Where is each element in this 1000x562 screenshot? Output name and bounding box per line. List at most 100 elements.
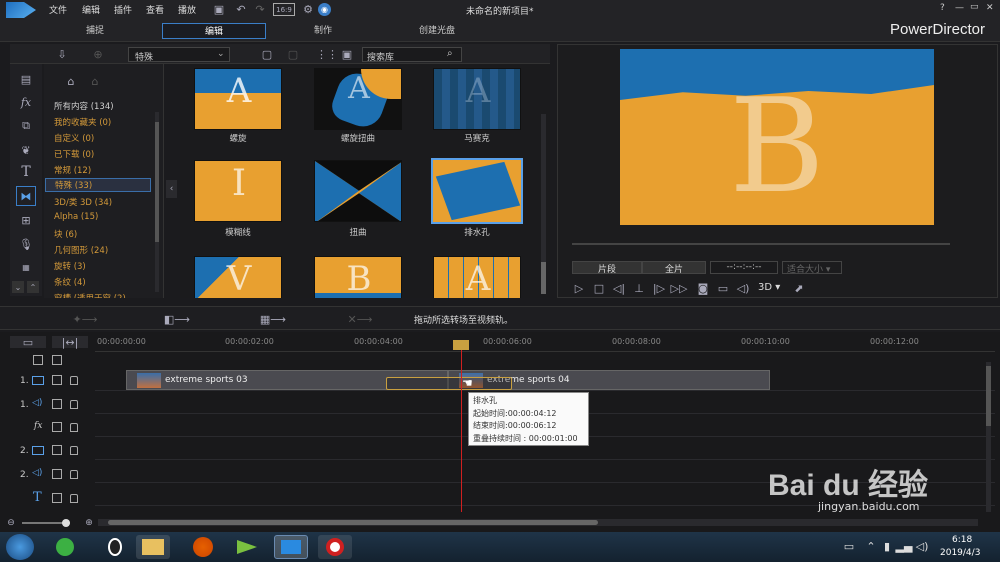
lock-icon[interactable]	[70, 376, 78, 385]
category-item[interactable]: 所有内容 (134)	[54, 100, 114, 112]
transition-thumb[interactable]: I	[194, 160, 282, 222]
category-item[interactable]: 我的收藏夹 (0)	[54, 116, 111, 128]
tray-arrow-icon[interactable]: ⌃	[866, 540, 876, 553]
lock-icon[interactable]	[70, 494, 78, 503]
redo-icon[interactable]: ↷	[253, 2, 267, 16]
zoom-in-icon[interactable]: ⊕	[84, 518, 94, 528]
category-item[interactable]: 已下载 (0)	[54, 148, 94, 160]
grid-view-icon[interactable]: ⋮⋮	[316, 47, 338, 61]
track-enable-checkbox[interactable]	[52, 375, 62, 385]
transition-thumb[interactable]	[314, 160, 402, 222]
undo-icon[interactable]: ↶	[234, 2, 248, 16]
track-manager-icon[interactable]: ▭	[10, 336, 46, 349]
audio-mixing-icon[interactable]: ⊞	[18, 212, 34, 228]
select-all-box[interactable]	[33, 355, 43, 365]
category-item[interactable]: 常规 (12)	[54, 164, 91, 176]
library-scrollbar[interactable]	[541, 114, 546, 294]
postfix-transition-icon[interactable]: ✕⟶	[330, 312, 390, 326]
remove-tag-icon[interactable]: ⌂	[86, 72, 104, 90]
track-enable-checkbox[interactable]	[52, 469, 62, 479]
playhead-line[interactable]	[461, 350, 462, 512]
pip-room-icon[interactable]: ⧉	[18, 118, 34, 134]
menu-view[interactable]: 查看	[146, 3, 164, 16]
next-frame-icon[interactable]: |▷	[652, 281, 666, 295]
category-item[interactable]: 条纹 (4)	[54, 276, 86, 288]
taskbar-firefox-icon[interactable]	[186, 535, 220, 559]
preview-seek-bar[interactable]	[572, 243, 950, 245]
category-item-selected[interactable]: 特殊 (33)	[45, 178, 151, 192]
save-icon[interactable]: ▣	[212, 2, 226, 16]
transition-thumb[interactable]: A	[314, 68, 402, 130]
track-enable-checkbox[interactable]	[52, 445, 62, 455]
lock-icon[interactable]	[70, 470, 78, 479]
library-scroll-thumb[interactable]	[541, 262, 546, 294]
new-page-icon[interactable]: ▢	[260, 47, 274, 61]
particle-room-icon[interactable]: ❦	[18, 142, 34, 158]
snapshot-icon[interactable]: ◙	[696, 281, 710, 295]
3d-mode-button[interactable]: 3D ▾	[758, 282, 780, 293]
aspect-ratio-icon[interactable]: 16:9	[273, 3, 295, 16]
timeline-vscrollbar[interactable]	[986, 362, 991, 512]
subtitle-room-icon[interactable]: ▦	[18, 259, 34, 275]
category-item[interactable]: 块 (6)	[54, 228, 77, 240]
taskbar-powerdirector-icon[interactable]	[274, 535, 308, 559]
track-enable-checkbox[interactable]	[52, 422, 62, 432]
undock-icon[interactable]: ⬈	[792, 281, 806, 295]
transition-room-icon[interactable]: ⧓	[16, 186, 36, 206]
category-scrollbar[interactable]	[155, 112, 159, 292]
timeline-hscroll-thumb[interactable]	[108, 520, 598, 525]
taskbar-recorder-icon[interactable]	[318, 535, 352, 559]
battery-icon[interactable]: ▮	[882, 540, 892, 553]
lock-icon[interactable]	[70, 400, 78, 409]
enable-all-checkbox[interactable]	[52, 355, 62, 365]
search-field[interactable]: 搜索库 ⌕	[362, 47, 462, 63]
taskbar-qq-icon[interactable]	[98, 535, 132, 559]
transition-thumb[interactable]: B	[314, 256, 402, 298]
taskbar-media-icon[interactable]	[230, 535, 264, 559]
menu-plugin[interactable]: 插件	[114, 3, 132, 16]
media-room-icon[interactable]: ▤	[18, 71, 34, 87]
zoom-size-dropdown[interactable]: 适合大小 ▾	[782, 261, 842, 275]
tab-edit[interactable]: 编辑	[162, 23, 266, 39]
tab-capture[interactable]: 捕捉	[60, 23, 130, 39]
category-dropdown[interactable]: 特殊 ⌄	[128, 47, 230, 63]
tab-create-disc[interactable]: 创建光盘	[397, 23, 477, 39]
movie-mode-button[interactable]: 全片	[642, 261, 706, 275]
transition-thumb[interactable]: V	[194, 256, 282, 298]
add-tag-icon[interactable]: ⌂	[62, 72, 80, 90]
collapse-panel-icon[interactable]: ‹	[166, 180, 177, 198]
timeline-vscroll-thumb[interactable]	[986, 366, 991, 426]
volume-icon[interactable]: ◁)	[736, 281, 750, 295]
preview-quality-icon[interactable]: ▭	[716, 281, 730, 295]
transition-thumb-selected[interactable]	[431, 158, 523, 224]
settings-gear-icon[interactable]: ⚙	[301, 2, 315, 16]
split-icon[interactable]: ⊥	[632, 281, 646, 295]
transition-thumb[interactable]: A	[194, 68, 282, 130]
transition-drop-zone[interactable]	[386, 377, 512, 390]
clip-mode-button[interactable]: 片段	[572, 261, 642, 275]
notification-icon[interactable]: ◉	[318, 3, 331, 16]
fit-timeline-icon[interactable]: |↔|	[52, 336, 88, 349]
play-icon[interactable]: ▷	[572, 281, 586, 295]
timecode-display[interactable]: --:--:--:--	[710, 261, 778, 274]
cross-transition-icon[interactable]: ▦⟶	[248, 312, 298, 326]
category-item[interactable]: Alpha (15)	[54, 212, 98, 222]
import-media-icon[interactable]: ⇩	[54, 47, 70, 61]
timeline-ruler[interactable]: 00:00:00:00 00:00:02:00 00:00:04:00 00:0…	[95, 334, 995, 352]
voice-over-icon[interactable]: 🎙	[18, 236, 34, 252]
prefix-transition-icon[interactable]: ◧⟶	[152, 312, 202, 326]
zoom-slider-knob[interactable]	[62, 519, 70, 527]
fast-forward-icon[interactable]: ▷▷	[671, 281, 688, 295]
transition-thumb[interactable]: A	[433, 68, 521, 130]
zoom-out-icon[interactable]: ⊖	[6, 518, 16, 528]
restore-button[interactable]: ▭	[970, 2, 979, 12]
timeline-hscrollbar[interactable]	[98, 519, 978, 526]
lock-icon[interactable]	[70, 446, 78, 455]
minimize-button[interactable]: —	[955, 3, 964, 13]
taskbar-app-360-icon[interactable]	[48, 535, 82, 559]
track-enable-checkbox[interactable]	[52, 493, 62, 503]
title-room-icon[interactable]: T	[18, 164, 34, 180]
volume-tray-icon[interactable]: ◁)	[916, 540, 929, 553]
thumbnail-size-icon[interactable]: ▣	[340, 47, 354, 61]
track-enable-checkbox[interactable]	[52, 399, 62, 409]
